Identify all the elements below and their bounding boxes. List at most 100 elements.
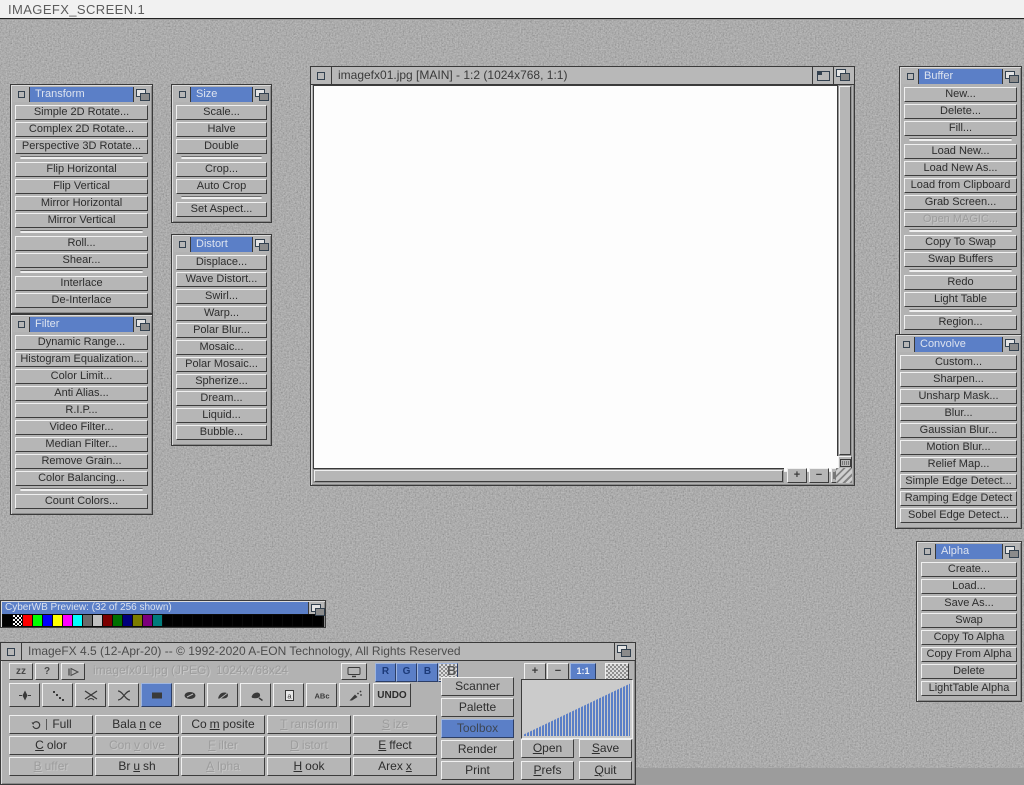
panel-titlebar-distort[interactable]: Distort	[174, 237, 269, 252]
resize-handle[interactable]	[836, 468, 852, 483]
sleep-icon[interactable]: zz	[9, 663, 33, 680]
color-swatch[interactable]	[133, 615, 142, 626]
color-swatch[interactable]	[23, 615, 32, 626]
panel-button[interactable]: Roll...	[15, 236, 148, 251]
panel-titlebar-convolve[interactable]: Convolve	[898, 337, 1019, 352]
panel-button[interactable]: Mirror Vertical	[15, 213, 148, 228]
undo-button[interactable]: UNDO	[373, 683, 411, 707]
zoom-in-button[interactable]: +	[787, 468, 807, 483]
panel-titlebar-alpha[interactable]: Alpha	[919, 544, 1019, 559]
color-swatch[interactable]	[173, 615, 182, 626]
close-icon[interactable]	[174, 237, 191, 252]
color-swatch[interactable]	[203, 615, 212, 626]
panel-button[interactable]: Simple 2D Rotate...	[15, 105, 148, 120]
panel-button[interactable]: Remove Grain...	[15, 454, 148, 469]
panel-button[interactable]: Double	[176, 139, 267, 154]
panel-titlebar-filter[interactable]: Filter	[13, 317, 150, 332]
panel-button[interactable]: Blur...	[900, 406, 1017, 421]
panel-button[interactable]: Set Aspect...	[176, 202, 267, 217]
panel-button[interactable]: Load New As...	[904, 161, 1017, 176]
side-button-palette[interactable]: Palette	[441, 698, 514, 717]
panel-button[interactable]: Flip Vertical	[15, 179, 148, 194]
color-swatch[interactable]	[33, 615, 42, 626]
color-swatch[interactable]	[193, 615, 202, 626]
color-swatch[interactable]	[303, 615, 312, 626]
zoom-one-to-one-button[interactable]: 1:1	[570, 663, 596, 680]
panel-button[interactable]: Anti Alias...	[15, 386, 148, 401]
fill-tool-icon[interactable]	[240, 683, 271, 707]
image-canvas[interactable]	[313, 85, 842, 472]
grid-button-balance[interactable]: Balance	[95, 715, 179, 734]
close-icon[interactable]	[13, 87, 30, 102]
color-swatch[interactable]	[153, 615, 162, 626]
color-swatch[interactable]	[83, 615, 92, 626]
panel-button[interactable]: Delete	[921, 664, 1017, 679]
panel-button[interactable]: Spherize...	[176, 374, 267, 389]
zoom-out-button[interactable]: −	[547, 663, 569, 680]
color-swatch[interactable]	[103, 615, 112, 626]
palette-window-titlebar[interactable]: CyberWB Preview: (32 of 256 shown)	[2, 602, 324, 614]
action-button-quit[interactable]: Quit	[579, 761, 632, 780]
depth-gadget-icon[interactable]	[252, 87, 269, 102]
text-tool-icon[interactable]: ABc	[306, 683, 337, 707]
panel-titlebar-buffer[interactable]: Buffer	[902, 69, 1019, 84]
panel-button[interactable]: Flip Horizontal	[15, 162, 148, 177]
image-window-titlebar[interactable]: imagefx01.jpg [MAIN] - 1:2 (1024x768, 1:…	[311, 67, 854, 85]
depth-gadget-icon[interactable]	[1002, 69, 1019, 84]
close-icon[interactable]	[898, 337, 915, 352]
color-swatch[interactable]	[123, 615, 132, 626]
close-icon[interactable]	[311, 67, 332, 84]
horizontal-scrollbar[interactable]	[313, 468, 784, 483]
main-window-titlebar[interactable]: ImageFX 4.5 (12-Apr-20) -- © 1992-2020 A…	[1, 643, 635, 661]
freehand-shape-tool-icon[interactable]	[75, 683, 106, 707]
vertical-scrollbar[interactable]	[837, 85, 852, 456]
action-button-prefs[interactable]: Prefs	[521, 761, 574, 780]
action-button-save[interactable]: Save	[579, 739, 632, 758]
panel-button[interactable]: Delete...	[904, 104, 1017, 119]
panel-button[interactable]: Copy From Alpha	[921, 647, 1017, 662]
color-swatch[interactable]	[263, 615, 272, 626]
panel-button[interactable]: Wave Distort...	[176, 272, 267, 287]
panel-button[interactable]: Copy To Swap	[904, 235, 1017, 250]
side-button-scanner[interactable]: Scanner	[441, 677, 514, 696]
color-swatch[interactable]	[73, 615, 82, 626]
panel-button[interactable]: New...	[904, 87, 1017, 102]
grid-button-hook[interactable]: Hook	[267, 757, 351, 776]
grid-button-full[interactable]: Full	[9, 715, 93, 734]
panel-button[interactable]: De-Interlace	[15, 293, 148, 308]
panel-button[interactable]: Polar Mosaic...	[176, 357, 267, 372]
close-icon[interactable]	[919, 544, 936, 559]
depth-gadget-icon[interactable]	[1002, 337, 1019, 352]
run-icon[interactable]	[61, 663, 85, 680]
panel-button[interactable]: Create...	[921, 562, 1017, 577]
panel-button[interactable]: Light Table	[904, 292, 1017, 307]
panel-button[interactable]: Dream...	[176, 391, 267, 406]
zoom-in-button[interactable]: +	[524, 663, 546, 680]
channel-button-r[interactable]: R	[375, 663, 396, 682]
pointer-tool-icon[interactable]	[9, 683, 40, 707]
grid-button-arexx[interactable]: Arexx	[353, 757, 437, 776]
color-swatch[interactable]	[213, 615, 222, 626]
panel-button[interactable]: Dynamic Range...	[15, 335, 148, 350]
panel-button[interactable]: Ramping Edge Detect	[900, 491, 1017, 506]
channel-button-g[interactable]: G	[396, 663, 417, 682]
panel-button[interactable]: Scale...	[176, 105, 267, 120]
box-tool-icon[interactable]	[141, 683, 172, 707]
panel-button[interactable]: Warp...	[176, 306, 267, 321]
panel-button[interactable]: Crop...	[176, 162, 267, 177]
pattern-gadget-icon[interactable]	[605, 663, 629, 680]
zoom-out-button[interactable]: −	[809, 468, 829, 483]
depth-gadget-icon[interactable]	[1002, 544, 1019, 559]
color-swatch[interactable]	[163, 615, 172, 626]
close-icon[interactable]	[13, 317, 30, 332]
color-swatch[interactable]	[253, 615, 262, 626]
help-icon[interactable]: ?	[35, 663, 59, 680]
panel-button[interactable]: Load from Clipboard	[904, 178, 1017, 193]
grid-button-brush[interactable]: Brush	[95, 757, 179, 776]
panel-button[interactable]: Custom...	[900, 355, 1017, 370]
panel-button[interactable]: Save As...	[921, 596, 1017, 611]
airbrush-tool-icon[interactable]	[339, 683, 370, 707]
grid-button-composite[interactable]: Composite	[181, 715, 265, 734]
depth-gadget-icon[interactable]	[252, 237, 269, 252]
panel-button[interactable]: Histogram Equalization...	[15, 352, 148, 367]
